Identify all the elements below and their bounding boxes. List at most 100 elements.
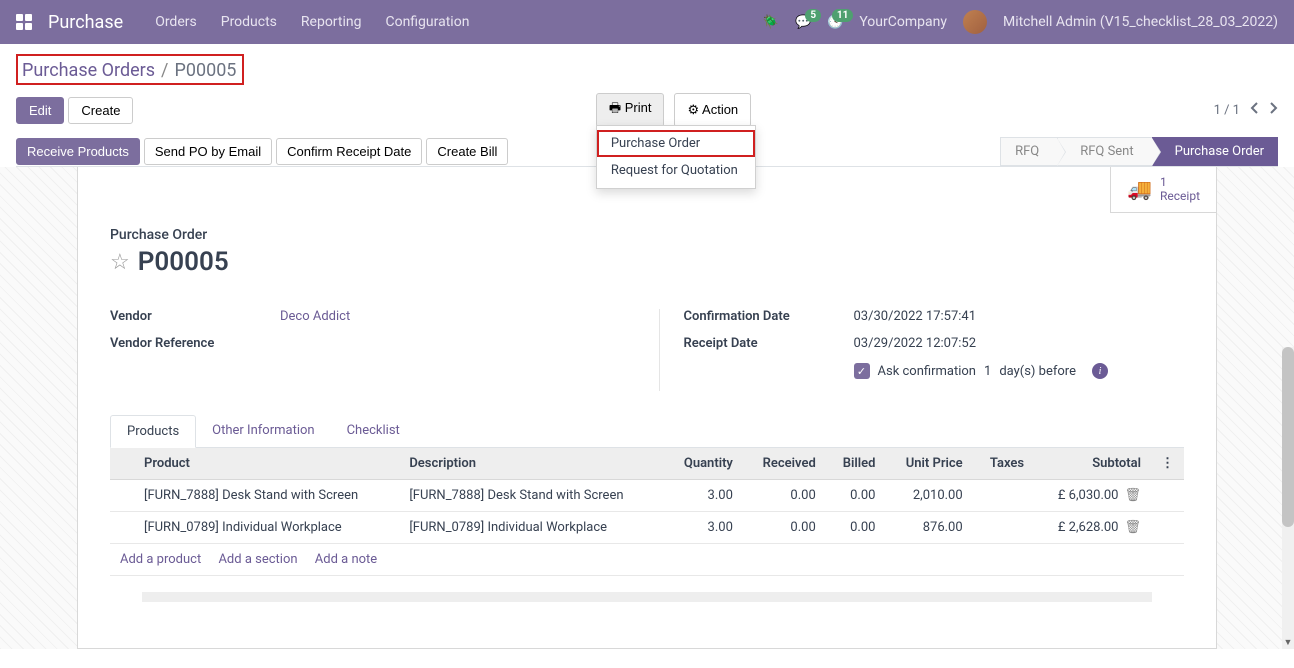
col-taxes: Taxes — [973, 448, 1034, 480]
breadcrumb-separator: / — [161, 60, 168, 81]
table-row[interactable]: [FURN_0789] Individual Workplace [FURN_0… — [110, 512, 1184, 544]
trash-icon[interactable]: 🗑 — [1124, 488, 1141, 503]
vendor-link[interactable]: Deco Addict — [280, 309, 350, 324]
cell-received: 0.00 — [743, 480, 826, 512]
pager-text: 1 / 1 — [1214, 103, 1240, 118]
ask-confirm-days: 1 — [984, 364, 991, 379]
info-icon[interactable]: i — [1092, 363, 1108, 379]
action-label: Action — [702, 102, 738, 117]
receipt-date-value: 03/29/2022 12:07:52 — [854, 336, 977, 351]
ask-confirm-checkbox[interactable]: ✓ — [854, 363, 870, 379]
col-product: Product — [134, 448, 399, 480]
nav-reporting[interactable]: Reporting — [301, 14, 362, 30]
messages-badge: 5 — [805, 9, 821, 22]
nav-orders[interactable]: Orders — [155, 14, 197, 30]
messages-icon[interactable]: 💬5 — [795, 15, 811, 30]
user-avatar[interactable] — [963, 10, 987, 34]
form-tabs: Products Other Information Checklist — [110, 415, 1184, 448]
col-received: Received — [743, 448, 826, 480]
form-left-col: Vendor Deco Addict Vendor Reference — [110, 309, 611, 391]
print-label: Print — [625, 100, 652, 115]
breadcrumb-parent[interactable]: Purchase Orders — [22, 60, 155, 81]
col-handle — [110, 448, 134, 480]
ask-confirm-label: Ask confirmation — [878, 364, 977, 379]
print-button[interactable]: 🖶 Print — [596, 93, 665, 127]
send-po-button[interactable]: Send PO by Email — [144, 138, 272, 165]
apps-icon[interactable] — [16, 14, 32, 30]
print-icon: 🖶 — [609, 100, 621, 115]
doc-type-label: Purchase Order — [110, 227, 1184, 243]
breadcrumb-highlight: Purchase Orders / P00005 — [16, 54, 244, 85]
breadcrumb-current: P00005 — [174, 60, 236, 81]
add-section-link[interactable]: Add a section — [218, 552, 297, 567]
print-dropdown: Purchase Order Request for Quotation — [596, 125, 756, 189]
control-panel: Purchase Orders / P00005 Edit Create 🖶 P… — [0, 44, 1294, 167]
cell-received: 0.00 — [743, 512, 826, 544]
cell-taxes — [973, 512, 1034, 544]
nav-products[interactable]: Products — [221, 14, 277, 30]
status-rfq[interactable]: RFQ — [1000, 137, 1057, 166]
tab-other-information[interactable]: Other Information — [196, 415, 330, 447]
print-purchase-order[interactable]: Purchase Order — [597, 130, 755, 157]
receipt-label: Receipt — [1160, 189, 1200, 203]
cell-empty — [1151, 480, 1184, 512]
action-button[interactable]: ⚙ Action — [674, 93, 751, 127]
user-name[interactable]: Mitchell Admin (V15_checklist_28_03_2022… — [1003, 14, 1278, 30]
drag-handle-icon[interactable] — [110, 512, 134, 544]
col-kebab-icon[interactable]: ⋮ — [1151, 448, 1184, 480]
favorite-star-icon[interactable]: ☆ — [110, 250, 130, 275]
doc-title: P00005 — [138, 247, 229, 277]
cell-description: [FURN_0789] Individual Workplace — [399, 512, 664, 544]
scrollbar-thumb[interactable] — [1282, 347, 1294, 527]
confirm-receipt-button[interactable]: Confirm Receipt Date — [276, 138, 422, 165]
cell-taxes — [973, 480, 1034, 512]
pager-prev-icon[interactable] — [1250, 101, 1260, 119]
receive-products-button[interactable]: Receive Products — [16, 138, 140, 165]
bug-icon[interactable]: 🪲 — [763, 15, 779, 30]
activities-badge: 11 — [832, 9, 853, 22]
top-navbar: Purchase Orders Products Reporting Confi… — [0, 0, 1294, 44]
confirm-date-label: Confirmation Date — [684, 309, 854, 324]
cell-subtotal: £ 6,030.00🗑 — [1034, 480, 1151, 512]
cell-empty — [1151, 512, 1184, 544]
col-subtotal: Subtotal — [1034, 448, 1151, 480]
sheet-background: 🚚 1 Receipt Purchase Order ☆ P00005 Vend… — [0, 167, 1294, 649]
create-button[interactable]: Create — [68, 97, 133, 124]
tab-products[interactable]: Products — [110, 415, 196, 448]
confirm-date-value: 03/30/2022 17:57:41 — [854, 309, 977, 324]
cell-billed: 0.00 — [826, 512, 886, 544]
edit-button[interactable]: Edit — [16, 97, 64, 124]
nav-configuration[interactable]: Configuration — [385, 14, 469, 30]
nav-menu: Orders Products Reporting Configuration — [155, 14, 469, 30]
drag-handle-icon[interactable] — [110, 480, 134, 512]
col-unit-price: Unit Price — [885, 448, 972, 480]
receipt-stat-button[interactable]: 🚚 1 Receipt — [1110, 167, 1216, 213]
trash-icon[interactable]: 🗑 — [1124, 520, 1141, 535]
cell-quantity: 3.00 — [665, 480, 743, 512]
cell-billed: 0.00 — [826, 480, 886, 512]
cell-unit-price: 2,010.00 — [885, 480, 972, 512]
tab-checklist[interactable]: Checklist — [331, 415, 416, 447]
company-name[interactable]: YourCompany — [859, 14, 947, 30]
print-rfq[interactable]: Request for Quotation — [597, 157, 755, 184]
app-brand[interactable]: Purchase — [48, 12, 123, 33]
col-billed: Billed — [826, 448, 886, 480]
pager-next-icon[interactable] — [1268, 101, 1278, 119]
form-right-col: Confirmation Date 03/30/2022 17:57:41 Re… — [659, 309, 1185, 391]
create-bill-button[interactable]: Create Bill — [426, 138, 508, 165]
gear-icon: ⚙ — [687, 102, 699, 117]
truck-icon: 🚚 — [1127, 177, 1152, 201]
breadcrumb: Purchase Orders / P00005 — [22, 60, 236, 81]
status-steps: RFQ RFQ Sent Purchase Order — [1000, 137, 1278, 166]
receipt-count: 1 — [1160, 175, 1200, 189]
add-product-link[interactable]: Add a product — [120, 552, 201, 567]
cell-subtotal: £ 2,628.00🗑 — [1034, 512, 1151, 544]
table-row[interactable]: [FURN_7888] Desk Stand with Screen [FURN… — [110, 480, 1184, 512]
activities-icon[interactable]: 🕓11 — [827, 15, 843, 30]
status-purchase-order[interactable]: Purchase Order — [1152, 137, 1278, 166]
scrollbar-down-arrow[interactable]: ▼ — [1282, 635, 1294, 649]
status-rfq-sent[interactable]: RFQ Sent — [1057, 137, 1151, 166]
add-note-link[interactable]: Add a note — [315, 552, 377, 567]
vertical-scrollbar[interactable]: ▼ — [1282, 347, 1294, 649]
cell-product: [FURN_7888] Desk Stand with Screen — [134, 480, 399, 512]
